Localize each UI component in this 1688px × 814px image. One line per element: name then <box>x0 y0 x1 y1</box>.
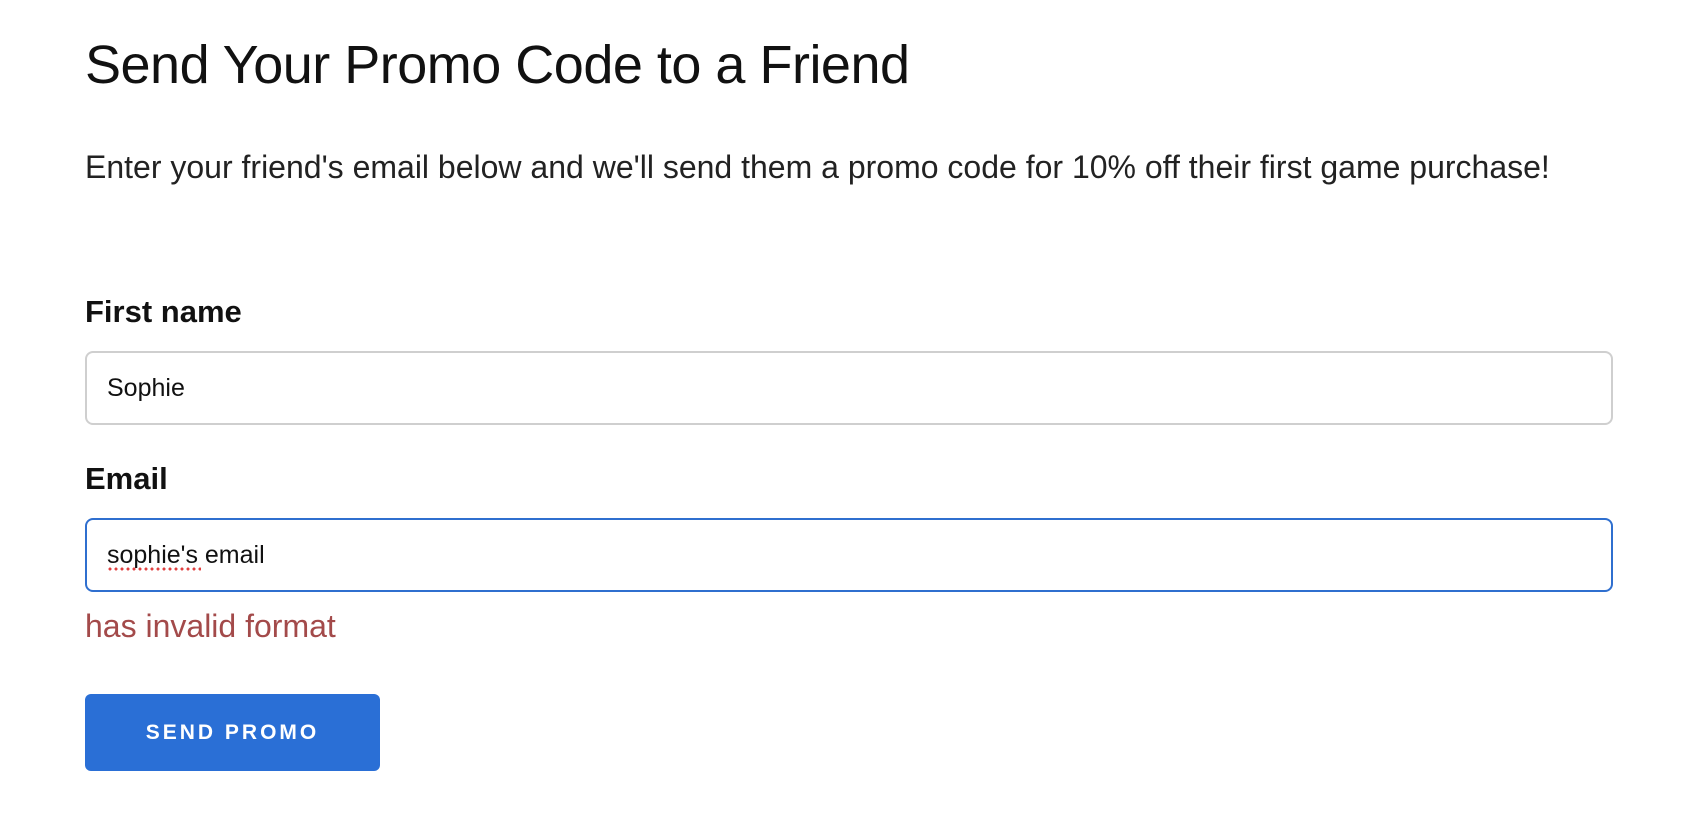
first-name-label: First name <box>85 294 242 329</box>
email-field-wrapper <box>85 518 1613 592</box>
intro-text: Enter your friend's email below and we'l… <box>85 149 1550 185</box>
page-title: Send Your Promo Code to a Friend <box>85 35 910 95</box>
first-name-input[interactable] <box>85 351 1613 425</box>
email-error-message: has invalid format <box>85 608 336 644</box>
email-label: Email <box>85 461 168 496</box>
email-input[interactable] <box>85 518 1613 592</box>
promo-form-page: Send Your Promo Code to a Friend Enter y… <box>0 0 1688 814</box>
send-promo-button[interactable]: SEND PROMO <box>85 694 380 771</box>
